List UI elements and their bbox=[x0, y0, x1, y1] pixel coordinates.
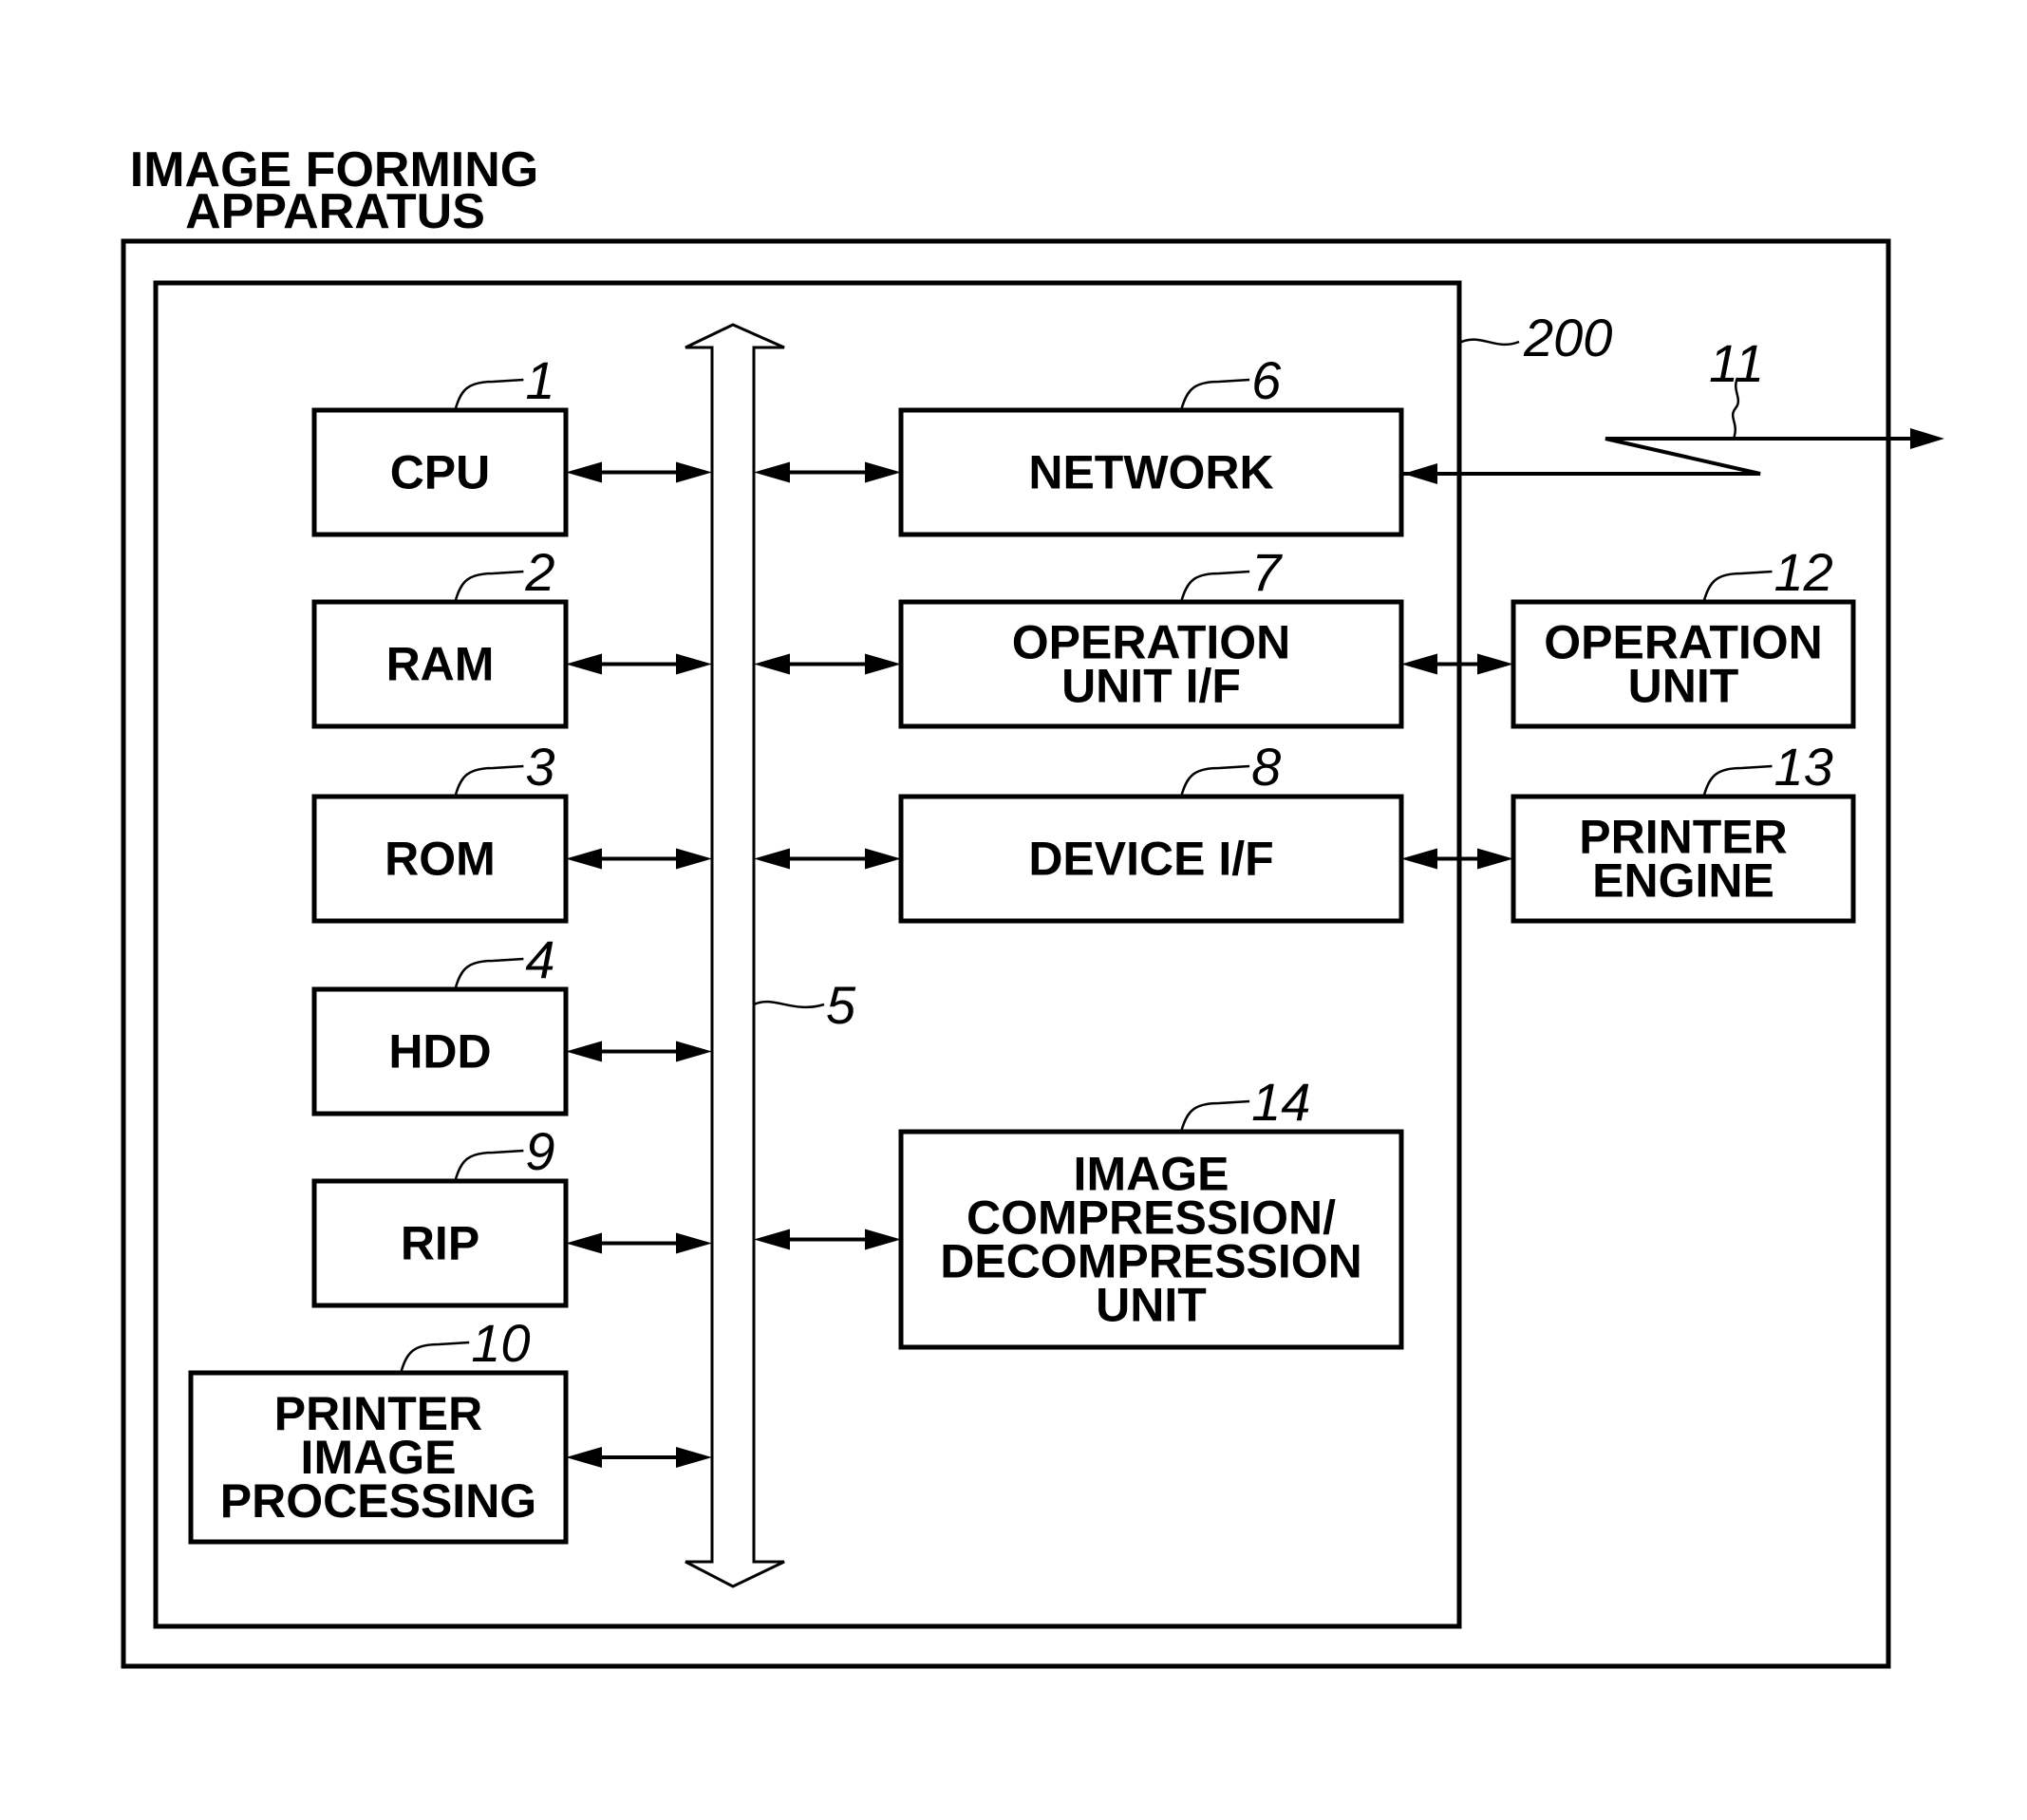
block-printer-engine: PRINTERENGINE13 bbox=[1511, 737, 1856, 924]
printer-image-processing-ref: 10 bbox=[471, 1313, 530, 1373]
controller-leader bbox=[1458, 338, 1520, 347]
connector-operation-unit-if-operation-unit-arrowhead-right bbox=[1477, 653, 1513, 675]
controller-ref: 200 bbox=[1523, 308, 1612, 367]
blocks: CPU1RAM2ROM3HDD4RIP9PRINTERIMAGEPROCESSI… bbox=[188, 350, 1856, 1545]
device-if-label-line: DEVICE I/F bbox=[1028, 833, 1273, 886]
bus-ref: 5 bbox=[826, 975, 856, 1035]
connector-cpu-bus bbox=[566, 461, 712, 483]
ram-ref-leader bbox=[454, 570, 524, 603]
rom-ref-leader bbox=[454, 764, 524, 797]
device-if-ref-leader bbox=[1179, 764, 1250, 797]
block-device-if: DEVICE I/F 8 bbox=[898, 737, 1404, 924]
network-line: 11 bbox=[1401, 333, 1944, 484]
cpu-ref-leader bbox=[454, 378, 524, 411]
rom-label-line: ROM bbox=[385, 833, 496, 886]
apparatus-title-line2: APPARATUS bbox=[185, 184, 485, 239]
hdd-ref-leader bbox=[454, 957, 524, 990]
connector-cpu-bus-arrowhead-right bbox=[676, 461, 712, 483]
image-compression-unit-ref-leader bbox=[1179, 1099, 1250, 1133]
connector-ram-bus bbox=[566, 653, 712, 675]
connector-hdd-bus-arrowhead-right bbox=[676, 1041, 712, 1062]
printer-engine-ref-leader bbox=[1702, 764, 1773, 797]
network-line-arrowhead-out bbox=[1910, 428, 1944, 449]
connector-bus-network-arrowhead-left bbox=[754, 461, 790, 483]
connector-bus-device-if-arrowhead-left bbox=[754, 848, 790, 870]
block-ram: RAM 2 bbox=[311, 542, 569, 729]
block-rip: RIP 9 bbox=[311, 1121, 569, 1308]
connector-bus-image-compression-unit-arrowhead-right bbox=[865, 1229, 901, 1250]
printer-engine-ref: 13 bbox=[1774, 737, 1832, 797]
cpu-ref: 1 bbox=[525, 350, 554, 410]
image-compression-unit-label-line: UNIT bbox=[1096, 1279, 1207, 1332]
printer-engine-label-line: ENGINE bbox=[1592, 854, 1774, 908]
network-line-arrowhead-in bbox=[1403, 463, 1437, 484]
connector-bus-device-if bbox=[754, 848, 901, 870]
connector-printer-image-processing-bus-arrowhead-left bbox=[566, 1447, 602, 1468]
connector-printer-image-processing-bus bbox=[566, 1447, 712, 1468]
connector-printer-image-processing-bus-arrowhead-right bbox=[676, 1447, 712, 1468]
connector-bus-device-if-arrowhead-right bbox=[865, 848, 901, 870]
connector-rip-bus-arrowhead-right bbox=[676, 1232, 712, 1254]
block-rom: ROM 3 bbox=[311, 737, 569, 924]
image-compression-unit-ref: 14 bbox=[1251, 1072, 1310, 1132]
rip-ref-leader bbox=[454, 1149, 524, 1182]
network-ref-leader bbox=[1179, 378, 1250, 411]
block-image-compression-unit: IMAGECOMPRESSION/DECOMPRESSIONUNIT14 bbox=[898, 1072, 1404, 1350]
network-line-path bbox=[1401, 437, 1927, 476]
connector-hdd-bus-arrowhead-left bbox=[566, 1041, 602, 1062]
connector-hdd-bus bbox=[566, 1041, 712, 1062]
operation-unit-if-ref-leader bbox=[1179, 570, 1250, 603]
connector-bus-operation-unit-if-arrowhead-right bbox=[865, 653, 901, 675]
block-cpu: CPU 1 bbox=[311, 350, 569, 537]
operation-unit-if-ref: 7 bbox=[1251, 542, 1283, 602]
connector-cpu-bus-arrowhead-left bbox=[566, 461, 602, 483]
connector-bus-operation-unit-if bbox=[754, 653, 901, 675]
system-bus bbox=[685, 323, 785, 1588]
connector-operation-unit-if-operation-unit-arrowhead-left bbox=[1401, 653, 1437, 675]
operation-unit-ref-leader bbox=[1702, 570, 1773, 603]
ram-label-line: RAM bbox=[386, 638, 495, 691]
block-printer-image-processing: PRINTERIMAGEPROCESSING10 bbox=[188, 1313, 569, 1545]
block-hdd: HDD 4 bbox=[311, 929, 569, 1116]
printer-image-processing-ref-leader bbox=[399, 1341, 470, 1374]
connector-rip-bus bbox=[566, 1232, 712, 1254]
printer-image-processing-label-line: PROCESSING bbox=[220, 1474, 536, 1528]
operation-unit-ref: 12 bbox=[1774, 542, 1832, 602]
hdd-ref: 4 bbox=[525, 929, 554, 989]
rip-ref: 9 bbox=[525, 1121, 554, 1181]
connector-rip-bus-arrowhead-left bbox=[566, 1232, 602, 1254]
connector-bus-network-arrowhead-right bbox=[865, 461, 901, 483]
ram-ref: 2 bbox=[524, 542, 554, 602]
connector-bus-network bbox=[754, 461, 901, 483]
connector-ram-bus-arrowhead-left bbox=[566, 653, 602, 675]
connector-rom-bus bbox=[566, 848, 712, 870]
network-line-ref: 11 bbox=[1709, 333, 1764, 393]
connector-rom-bus-arrowhead-left bbox=[566, 848, 602, 870]
connector-device-if-printer-engine-arrowhead-right bbox=[1477, 848, 1513, 870]
connector-bus-operation-unit-if-arrowhead-left bbox=[754, 653, 790, 675]
connector-ram-bus-arrowhead-right bbox=[676, 653, 712, 675]
connector-device-if-printer-engine-arrowhead-left bbox=[1401, 848, 1437, 870]
connector-bus-image-compression-unit bbox=[754, 1229, 901, 1250]
block-operation-unit-if: OPERATIONUNIT I/F7 bbox=[898, 542, 1404, 729]
rom-ref: 3 bbox=[525, 737, 554, 797]
connector-rom-bus-arrowhead-right bbox=[676, 848, 712, 870]
block-network: NETWORK 6 bbox=[898, 350, 1404, 537]
network-label-line: NETWORK bbox=[1028, 446, 1273, 499]
block-operation-unit: OPERATIONUNIT12 bbox=[1511, 542, 1856, 729]
rip-label-line: RIP bbox=[401, 1217, 479, 1270]
bus-leader bbox=[753, 1000, 825, 1009]
network-ref: 6 bbox=[1251, 350, 1282, 410]
operation-unit-label-line: UNIT bbox=[1628, 660, 1739, 713]
cpu-label-line: CPU bbox=[390, 446, 491, 499]
hdd-label-line: HDD bbox=[388, 1025, 491, 1079]
connector-bus-image-compression-unit-arrowhead-left bbox=[754, 1229, 790, 1250]
device-if-ref: 8 bbox=[1251, 737, 1281, 797]
block-diagram: IMAGE FORMING APPARATUS 200 5 CPU1RAM2RO… bbox=[121, 142, 1944, 1669]
operation-unit-if-label-line: UNIT I/F bbox=[1061, 660, 1241, 713]
